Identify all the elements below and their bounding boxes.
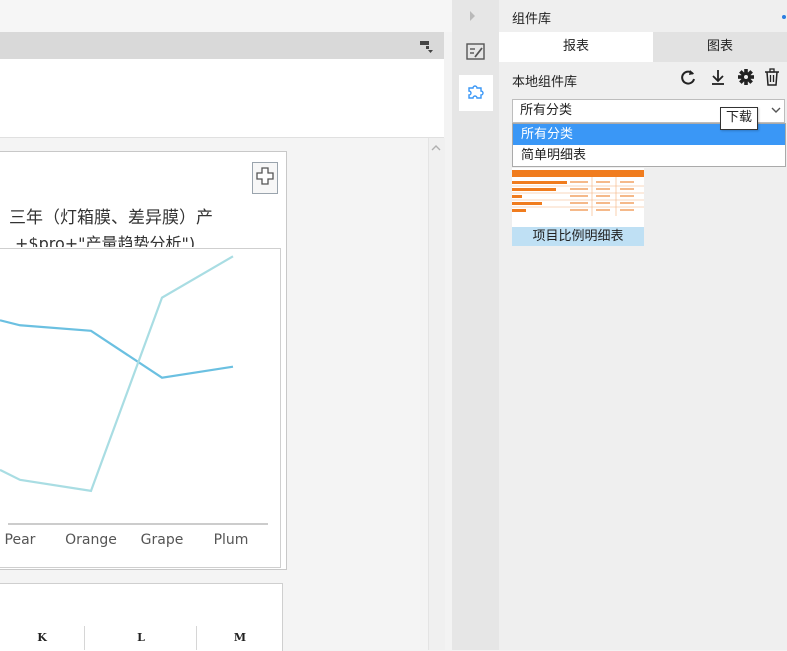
- tab-report[interactable]: 报表: [499, 32, 653, 62]
- gear-icon: [737, 69, 755, 91]
- collapse-arrow-icon[interactable]: [470, 11, 475, 21]
- download-button[interactable]: [709, 67, 727, 87]
- x-tick-label: Pear: [5, 532, 36, 548]
- chart-title: 三年（灯箱膜、差异膜）产: [9, 208, 213, 228]
- puzzle-icon: [466, 81, 486, 105]
- download-icon: [709, 70, 727, 91]
- side-tab-properties[interactable]: [459, 39, 493, 69]
- panel-title: 组件库: [512, 12, 552, 27]
- refresh-icon: [679, 70, 697, 91]
- side-tab-widget-library[interactable]: [459, 75, 493, 111]
- refresh-button[interactable]: [679, 67, 697, 87]
- cell-format-icon[interactable]: [420, 41, 434, 53]
- trash-icon: [763, 68, 781, 91]
- table-header-cell[interactable]: M: [196, 626, 283, 650]
- chevron-down-icon[interactable]: [770, 104, 782, 116]
- series-line-2: [0, 255, 234, 493]
- canvas-top-strip: [0, 0, 452, 32]
- edit-panel-icon: [466, 43, 486, 65]
- line-chart: Pear Orange Grape Plum: [0, 255, 268, 548]
- toolbar-bar: [0, 32, 444, 59]
- series-line-1: [0, 319, 234, 379]
- dropdown-option-simple-detail[interactable]: 简单明细表: [513, 145, 785, 166]
- local-library-label: 本地组件库: [512, 75, 578, 90]
- table-header-cell[interactable]: L: [84, 626, 197, 650]
- tab-chart[interactable]: 图表: [653, 32, 787, 62]
- delete-button[interactable]: [763, 67, 781, 87]
- settings-button[interactable]: [737, 67, 755, 87]
- chart-title-formula: +$pro+"产量趋势分析"): [15, 234, 196, 247]
- report-preview-icon: [512, 170, 644, 216]
- vertical-scrollbar[interactable]: [428, 138, 445, 650]
- scroll-up-icon[interactable]: [430, 142, 442, 154]
- download-tooltip: 下载: [720, 107, 759, 130]
- widget-library-panel: [499, 0, 787, 650]
- toolbar-area: [0, 59, 444, 138]
- widget-name-label[interactable]: 项目比例明细表: [512, 227, 644, 246]
- add-widget-button[interactable]: [252, 162, 278, 194]
- x-tick-label: Orange: [65, 532, 117, 548]
- x-tick-label: Grape: [141, 532, 184, 548]
- x-tick-label: Plum: [214, 532, 249, 548]
- widget-thumbnail[interactable]: [512, 168, 644, 227]
- plus-icon: [256, 167, 274, 189]
- table-header-cell[interactable]: K: [0, 626, 84, 650]
- status-dot: [782, 15, 786, 19]
